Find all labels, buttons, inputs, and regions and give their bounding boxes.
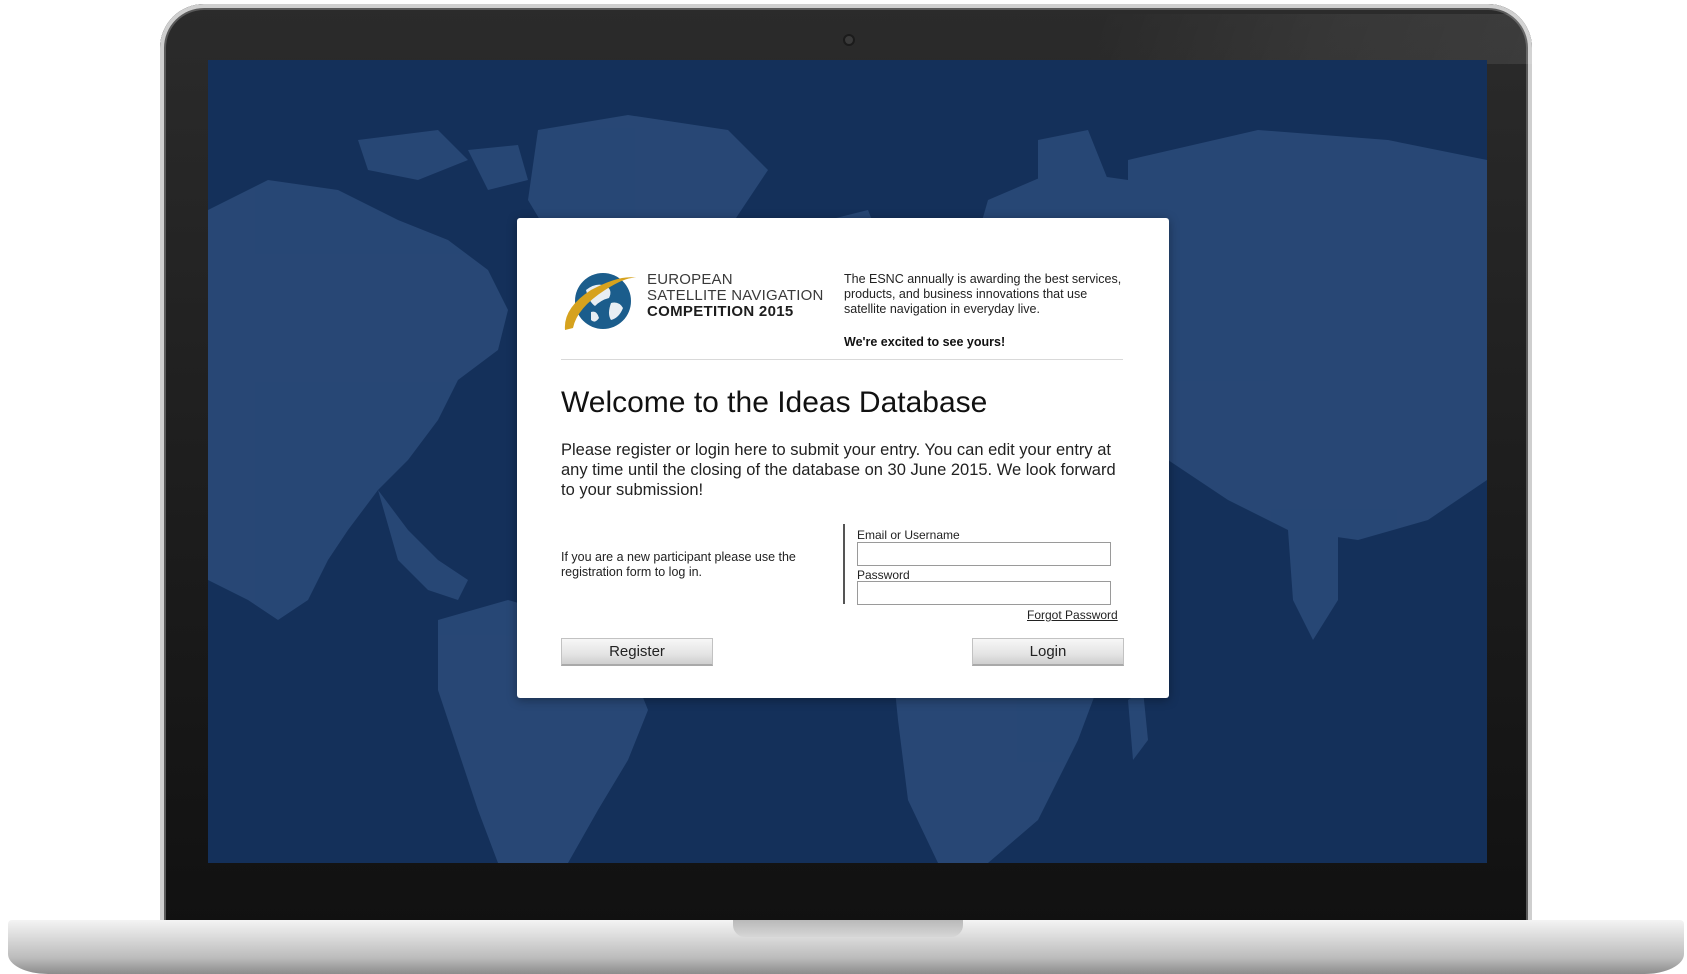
dialog-header: EUROPEAN SATELLITE NAVIGATION COMPETITIO… xyxy=(561,262,1123,360)
esnc-logo-text: EUROPEAN SATELLITE NAVIGATION COMPETITIO… xyxy=(647,272,824,320)
password-label: Password xyxy=(857,568,910,582)
email-label: Email or Username xyxy=(857,528,960,542)
register-button[interactable]: Register xyxy=(561,638,713,666)
header-description: The ESNC annually is awarding the best s… xyxy=(844,272,1122,316)
globe-with-orbit-icon xyxy=(564,273,637,330)
logo-line-2: SATELLITE NAVIGATION xyxy=(647,287,824,304)
lid-glare xyxy=(1080,14,1687,64)
login-dialog: EUROPEAN SATELLITE NAVIGATION COMPETITIO… xyxy=(517,218,1169,698)
vertical-divider xyxy=(843,524,845,604)
email-input[interactable] xyxy=(857,542,1111,566)
password-input[interactable] xyxy=(857,581,1111,605)
logo-line-3: COMPETITION 2015 xyxy=(647,303,794,320)
laptop-base-notch xyxy=(733,920,963,937)
new-participant-note: If you are a new participant please use … xyxy=(561,550,796,579)
forgot-password-link[interactable]: Forgot Password xyxy=(1027,608,1118,622)
page-title: Welcome to the Ideas Database xyxy=(561,386,988,419)
logo-line-1: EUROPEAN xyxy=(647,271,733,288)
intro-text: Please register or login here to submit … xyxy=(561,441,1116,499)
login-button[interactable]: Login xyxy=(972,638,1124,666)
camera-icon xyxy=(843,34,855,46)
header-cta: We're excited to see yours! xyxy=(844,335,1006,349)
